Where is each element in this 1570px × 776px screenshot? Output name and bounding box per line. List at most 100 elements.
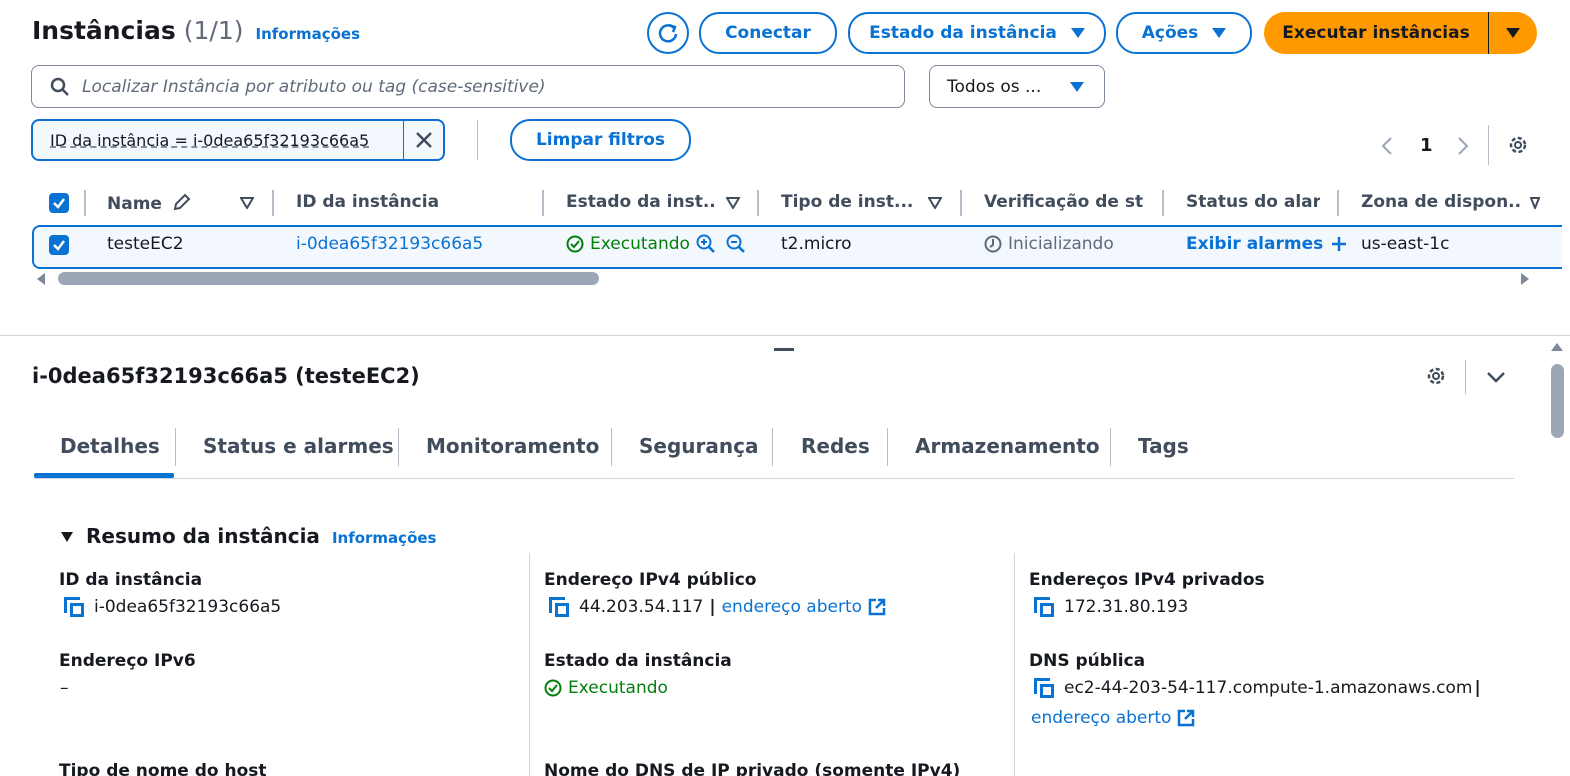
chevron-down-icon[interactable] [1486,370,1506,384]
detail-title: i-0dea65f32193c66a5 (testeEC2) [32,364,420,388]
column-separator [272,190,274,216]
status-success-icon [544,679,562,697]
cell-alarm-status[interactable]: Exibir alarmes [1186,234,1347,254]
search-icon [50,77,69,96]
remove-filter-button[interactable] [404,121,443,159]
tab-networking[interactable]: Redes [801,434,870,458]
public-dns-label: DNS pública [1029,651,1146,671]
column-header-state[interactable]: Estado da inst... [566,192,716,212]
tab-status-alarms[interactable]: Status e alarmes [203,434,394,458]
external-link-icon[interactable] [868,598,886,616]
column-separator [960,190,962,216]
zoom-in-icon[interactable] [696,234,716,254]
add-alarm-plus-icon[interactable] [1331,236,1347,252]
horizontal-scrollbar-thumb[interactable] [58,272,599,285]
separator-pipe: | [1474,678,1481,698]
tabs-underline [34,478,1514,479]
public-dns-open-address: endereço aberto [1031,708,1195,728]
column-header-availability-zone[interactable]: Zona de dispon... [1361,192,1521,212]
ipv6-label: Endereço IPv6 [59,651,196,671]
select-all-checkbox[interactable] [49,193,69,213]
caret-down-icon [1070,81,1084,92]
launch-dropdown-button[interactable] [1489,12,1537,54]
tab-security[interactable]: Segurança [639,434,758,458]
instance-summary-header[interactable]: Resumo da instância Informações [60,524,436,548]
divider [477,120,478,160]
column-header-status-check[interactable]: Verificação de stat [984,192,1144,212]
check-icon [53,198,65,209]
column-separator [84,190,86,216]
sort-caret-icon[interactable] [1530,197,1540,209]
scroll-left-arrow-icon[interactable] [36,272,46,286]
sort-caret-icon[interactable] [928,197,942,209]
private-ipv4-text: 172.31.80.193 [1064,597,1189,617]
info-link[interactable]: Informações [256,25,361,43]
column-separator [1337,190,1339,216]
launch-instances-label: Executar instâncias [1282,23,1470,43]
copy-icon[interactable] [1034,678,1054,698]
cell-state: Executando [566,234,746,254]
status-check-text: Inicializando [1008,234,1114,254]
check-icon [53,240,65,251]
cell-instance-id-link[interactable]: i-0dea65f32193c66a5 [296,234,483,254]
chevron-right-icon[interactable] [1456,136,1470,156]
divider [1488,125,1489,165]
edit-pencil-icon [173,193,191,211]
sort-caret-icon[interactable] [726,197,740,209]
state-filter-value: Todos os ... [947,76,1042,97]
column-header-type[interactable]: Tipo de inst... [781,192,916,212]
tab-monitoring[interactable]: Monitoramento [426,434,599,458]
public-dns-text: ec2-44-203-54-117.compute-1.amazonaws.co… [1064,678,1473,698]
clear-filters-button[interactable]: Limpar filtros [510,119,691,161]
state-filter-select[interactable]: Todos os ... [929,65,1105,108]
tab-details[interactable]: Detalhes [60,434,160,458]
settings-gear-icon[interactable] [1425,365,1447,387]
column-label: Name [107,194,162,214]
scroll-right-arrow-icon[interactable] [1520,272,1530,286]
open-address-link[interactable]: endereço aberto [722,597,862,617]
cell-availability-zone: us-east-1c [1361,234,1450,254]
instance-state-button[interactable]: Estado da instância [848,12,1106,54]
column-header-alarm-status[interactable]: Status do alarm [1186,192,1320,212]
private-dns-label: Nome do DNS de IP privado (somente IPv4) [544,761,961,776]
cell-status-check: Inicializando [984,234,1114,254]
resize-handle[interactable] [774,348,794,351]
launch-instances-button[interactable]: Executar instâncias [1264,12,1488,54]
row-checkbox[interactable] [49,235,69,255]
page-header: Instâncias (1/1) Informações [32,16,360,45]
connect-button[interactable]: Conectar [699,12,837,54]
column-separator [1162,190,1164,216]
caret-expanded-icon [61,532,73,542]
page-number[interactable]: 1 [1420,135,1433,156]
instance-id-value: i-0dea65f32193c66a5 [64,597,281,617]
info-link[interactable]: Informações [332,529,437,547]
actions-button[interactable]: Ações [1116,12,1252,54]
settings-gear-icon[interactable] [1507,134,1529,156]
column-header-name[interactable]: Name [107,192,237,214]
filter-token: ID da instância = i-0dea65f32193c66a5 [31,119,445,161]
copy-icon[interactable] [1034,597,1054,617]
refresh-button[interactable] [647,12,689,54]
filter-token-label[interactable]: ID da instância = i-0dea65f32193c66a5 [50,131,369,150]
instance-id-text: i-0dea65f32193c66a5 [94,597,282,617]
actions-label: Ações [1141,23,1199,43]
open-address-link[interactable]: endereço aberto [1031,708,1171,728]
copy-icon[interactable] [549,597,569,617]
vertical-scrollbar-thumb[interactable] [1551,364,1564,438]
external-link-icon[interactable] [1177,709,1195,727]
tab-tags[interactable]: Tags [1138,434,1189,458]
sort-caret-icon[interactable] [240,197,254,209]
separator-pipe: | [709,597,716,617]
column-header-instance-id[interactable]: ID da instância [296,192,526,212]
scroll-up-arrow-icon[interactable] [1550,342,1564,352]
search-input[interactable]: Localizar Instância por atributo ou tag … [31,65,905,108]
column-divider [529,553,530,776]
hostname-type-label: Tipo de nome do host [59,761,267,776]
zoom-out-icon[interactable] [726,234,746,254]
chevron-left-icon[interactable] [1380,136,1394,156]
instance-state-text: Executando [568,678,668,698]
tab-storage[interactable]: Armazenamento [915,434,1100,458]
tab-separator [611,428,612,466]
copy-icon[interactable] [64,597,84,617]
refresh-icon [658,23,678,43]
